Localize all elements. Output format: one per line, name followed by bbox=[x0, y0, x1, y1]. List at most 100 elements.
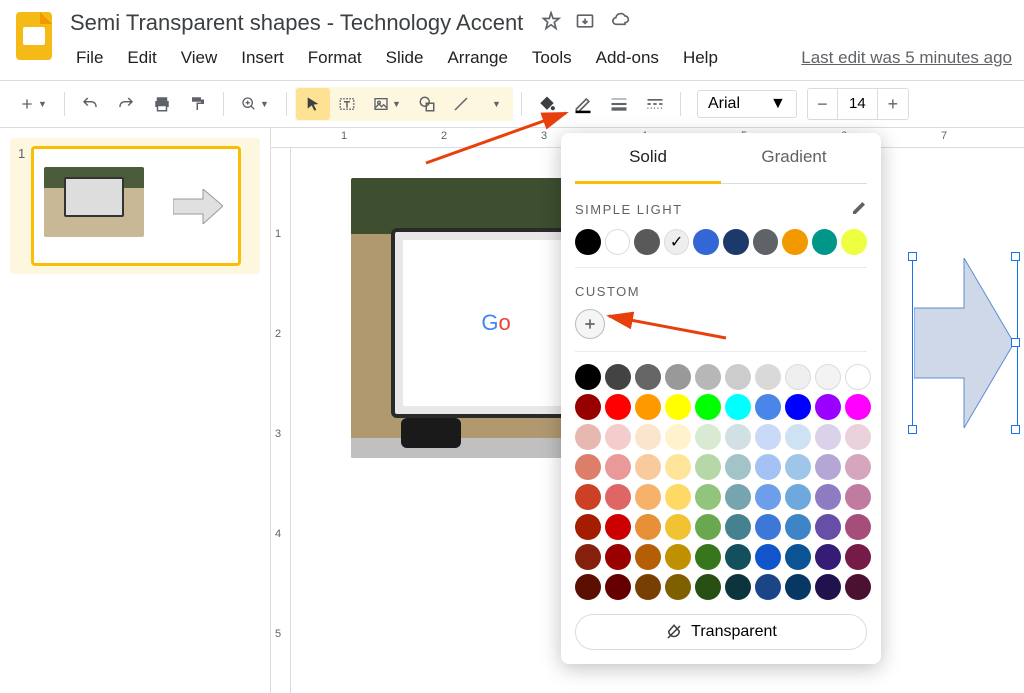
document-title[interactable]: Semi Transparent shapes - Technology Acc… bbox=[66, 8, 527, 38]
palette-color-swatch[interactable] bbox=[755, 544, 781, 570]
undo-button[interactable] bbox=[73, 88, 107, 120]
gradient-tab[interactable]: Gradient bbox=[721, 133, 867, 183]
theme-color-swatch[interactable] bbox=[605, 229, 631, 255]
print-button[interactable] bbox=[145, 88, 179, 120]
palette-color-swatch[interactable] bbox=[785, 424, 811, 450]
palette-color-swatch[interactable] bbox=[665, 394, 691, 420]
palette-color-swatch[interactable] bbox=[575, 364, 601, 390]
slide-image[interactable]: GGoo bbox=[351, 178, 571, 458]
palette-color-swatch[interactable] bbox=[785, 574, 811, 600]
palette-color-swatch[interactable] bbox=[845, 514, 871, 540]
palette-color-swatch[interactable] bbox=[845, 454, 871, 480]
palette-color-swatch[interactable] bbox=[575, 424, 601, 450]
palette-color-swatch[interactable] bbox=[665, 454, 691, 480]
fill-color-button[interactable] bbox=[530, 88, 564, 120]
palette-color-swatch[interactable] bbox=[815, 364, 841, 390]
edit-theme-icon[interactable] bbox=[851, 200, 867, 219]
star-icon[interactable] bbox=[541, 11, 561, 36]
menu-file[interactable]: File bbox=[66, 44, 113, 72]
palette-color-swatch[interactable] bbox=[785, 514, 811, 540]
palette-color-swatch[interactable] bbox=[665, 364, 691, 390]
font-family-select[interactable]: Arial ▼ bbox=[697, 90, 797, 118]
add-custom-color-button[interactable] bbox=[575, 309, 605, 339]
palette-color-swatch[interactable] bbox=[605, 394, 631, 420]
palette-color-swatch[interactable] bbox=[605, 484, 631, 510]
palette-color-swatch[interactable] bbox=[755, 484, 781, 510]
palette-color-swatch[interactable] bbox=[575, 454, 601, 480]
palette-color-swatch[interactable] bbox=[605, 514, 631, 540]
theme-color-swatch[interactable] bbox=[723, 229, 749, 255]
text-box-tool[interactable] bbox=[330, 88, 364, 120]
palette-color-swatch[interactable] bbox=[785, 454, 811, 480]
theme-color-swatch[interactable] bbox=[812, 229, 838, 255]
menu-tools[interactable]: Tools bbox=[522, 44, 582, 72]
palette-color-swatch[interactable] bbox=[725, 574, 751, 600]
palette-color-swatch[interactable] bbox=[575, 574, 601, 600]
palette-color-swatch[interactable] bbox=[725, 424, 751, 450]
palette-color-swatch[interactable] bbox=[575, 544, 601, 570]
palette-color-swatch[interactable] bbox=[695, 424, 721, 450]
palette-color-swatch[interactable] bbox=[755, 454, 781, 480]
palette-color-swatch[interactable] bbox=[815, 454, 841, 480]
palette-color-swatch[interactable] bbox=[695, 544, 721, 570]
palette-color-swatch[interactable] bbox=[815, 484, 841, 510]
palette-color-swatch[interactable] bbox=[605, 544, 631, 570]
palette-color-swatch[interactable] bbox=[695, 484, 721, 510]
palette-color-swatch[interactable] bbox=[695, 454, 721, 480]
palette-color-swatch[interactable] bbox=[725, 544, 751, 570]
palette-color-swatch[interactable] bbox=[815, 514, 841, 540]
image-tool[interactable]: ▼ bbox=[364, 88, 410, 120]
theme-color-swatch[interactable] bbox=[693, 229, 719, 255]
solid-tab[interactable]: Solid bbox=[575, 133, 721, 184]
font-size-decrease[interactable]: − bbox=[808, 89, 838, 119]
line-tool[interactable] bbox=[444, 88, 478, 120]
palette-color-swatch[interactable] bbox=[725, 514, 751, 540]
font-size-increase[interactable]: + bbox=[878, 89, 908, 119]
transparent-button[interactable]: Transparent bbox=[575, 614, 867, 650]
redo-button[interactable] bbox=[109, 88, 143, 120]
menu-addons[interactable]: Add-ons bbox=[586, 44, 669, 72]
move-icon[interactable] bbox=[575, 11, 595, 36]
palette-color-swatch[interactable] bbox=[695, 364, 721, 390]
theme-color-swatch[interactable] bbox=[782, 229, 808, 255]
menu-slide[interactable]: Slide bbox=[376, 44, 434, 72]
theme-color-swatch[interactable] bbox=[575, 229, 601, 255]
palette-color-swatch[interactable] bbox=[845, 424, 871, 450]
palette-color-swatch[interactable] bbox=[605, 574, 631, 600]
palette-color-swatch[interactable] bbox=[575, 514, 601, 540]
theme-color-swatch[interactable] bbox=[634, 229, 660, 255]
palette-color-swatch[interactable] bbox=[815, 424, 841, 450]
palette-color-swatch[interactable] bbox=[575, 394, 601, 420]
palette-color-swatch[interactable] bbox=[845, 394, 871, 420]
slides-logo[interactable] bbox=[12, 8, 56, 64]
palette-color-swatch[interactable] bbox=[725, 484, 751, 510]
font-size-value[interactable]: 14 bbox=[838, 89, 878, 119]
palette-color-swatch[interactable] bbox=[635, 484, 661, 510]
selected-arrow-shape[interactable] bbox=[914, 258, 1014, 428]
palette-color-swatch[interactable] bbox=[755, 394, 781, 420]
palette-color-swatch[interactable] bbox=[785, 544, 811, 570]
palette-color-swatch[interactable] bbox=[635, 454, 661, 480]
select-tool[interactable] bbox=[296, 88, 330, 120]
palette-color-swatch[interactable] bbox=[845, 484, 871, 510]
palette-color-swatch[interactable] bbox=[665, 544, 691, 570]
palette-color-swatch[interactable] bbox=[665, 484, 691, 510]
palette-color-swatch[interactable] bbox=[785, 484, 811, 510]
shape-tool[interactable] bbox=[410, 88, 444, 120]
menu-edit[interactable]: Edit bbox=[117, 44, 166, 72]
menu-insert[interactable]: Insert bbox=[231, 44, 294, 72]
palette-color-swatch[interactable] bbox=[635, 574, 661, 600]
line-type-dropdown[interactable]: ▼ bbox=[478, 88, 512, 120]
palette-color-swatch[interactable] bbox=[785, 394, 811, 420]
palette-color-swatch[interactable] bbox=[725, 394, 751, 420]
palette-color-swatch[interactable] bbox=[815, 544, 841, 570]
palette-color-swatch[interactable] bbox=[695, 574, 721, 600]
border-dash-button[interactable] bbox=[638, 88, 672, 120]
palette-color-swatch[interactable] bbox=[575, 484, 601, 510]
theme-color-swatch[interactable] bbox=[753, 229, 779, 255]
palette-color-swatch[interactable] bbox=[695, 514, 721, 540]
palette-color-swatch[interactable] bbox=[785, 364, 811, 390]
palette-color-swatch[interactable] bbox=[845, 364, 871, 390]
palette-color-swatch[interactable] bbox=[725, 454, 751, 480]
slide-thumbnail-1[interactable]: 1 bbox=[18, 146, 252, 266]
